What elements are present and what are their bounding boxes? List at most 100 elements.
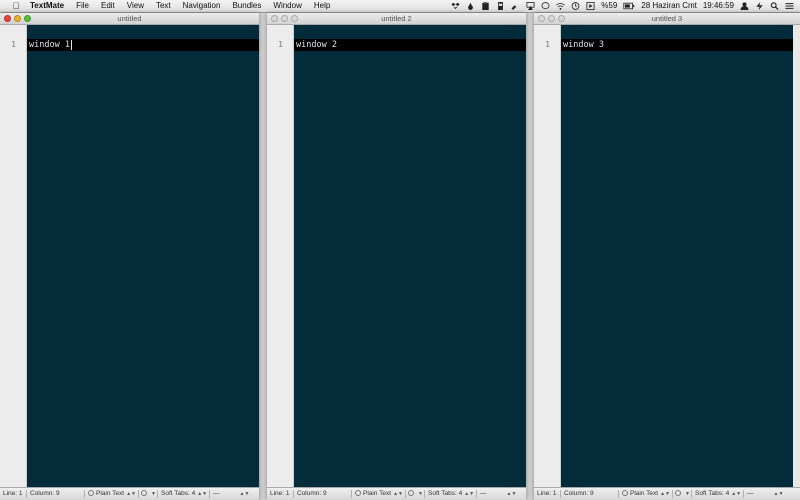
timemachine-icon[interactable] — [571, 2, 580, 10]
grammar-label: Plain Text — [363, 490, 392, 497]
window-titlebar[interactable]: untitled — [0, 13, 259, 25]
wrench-icon[interactable] — [511, 2, 520, 10]
menu-text[interactable]: Text — [150, 0, 177, 12]
line-text: window 3 — [563, 40, 604, 50]
divider — [157, 490, 158, 498]
column-indicator[interactable]: Column: 9 — [30, 488, 60, 500]
grammar-icon — [622, 490, 628, 497]
menu-file[interactable]: File — [70, 0, 95, 12]
search-icon[interactable] — [770, 2, 779, 10]
window-titlebar[interactable]: untitled 3 — [534, 13, 800, 25]
grammar-label: Plain Text — [630, 490, 659, 497]
tab-size-popup[interactable]: Soft Tabs: 4 ▲▼ — [695, 488, 741, 500]
grammar-icon — [355, 490, 361, 497]
menu-window[interactable]: Window — [267, 0, 307, 12]
menu-help[interactable]: Help — [308, 0, 336, 12]
tab-size-popup[interactable]: Soft Tabs: 4 ▲▼ — [428, 488, 474, 500]
line-text: window 2 — [296, 40, 337, 50]
line-text: window 1 — [29, 40, 70, 50]
bundle-popup[interactable]: ▼ — [675, 488, 690, 500]
chevron-down-icon: ▼ — [418, 491, 423, 497]
menu-bundles[interactable]: Bundles — [226, 0, 267, 12]
line-indicator[interactable]: Line: 1 — [270, 488, 290, 500]
status-bar: Line: 1 Column: 9 Plain Text ▲▼ ▼ Soft Ta… — [534, 487, 800, 500]
bundle-popup[interactable]: ▼ — [408, 488, 423, 500]
current-line[interactable]: window 3 — [561, 39, 793, 51]
minimize-button[interactable] — [14, 15, 21, 22]
line-number-gutter: 1 — [0, 25, 27, 487]
chat-icon[interactable] — [541, 2, 550, 10]
window-titlebar[interactable]: untitled 2 — [267, 13, 526, 25]
divider — [26, 490, 27, 498]
text-editor[interactable]: window 2 — [294, 25, 526, 487]
menu-edit[interactable]: Edit — [95, 0, 121, 12]
gear-icon — [408, 490, 414, 497]
current-line[interactable]: window 1 — [27, 39, 259, 51]
grammar-popup[interactable]: Plain Text ▲▼ — [88, 488, 136, 500]
divider — [691, 490, 692, 498]
battery-percentage[interactable]: %59 — [601, 0, 617, 12]
symbol-popup[interactable]: — ▲▼ — [747, 488, 783, 500]
editor-window-1: untitled 1 window 1 Line: 1 Column: 9 Pl… — [0, 13, 259, 500]
bolt-icon[interactable] — [755, 2, 764, 10]
status-menu-area: %59 28 Haziran Cmt 19:46:59 — [451, 0, 794, 12]
divider — [424, 490, 425, 498]
chevron-down-icon: ▼ — [685, 491, 690, 497]
clock-date[interactable]: 28 Haziran Cmt — [641, 0, 697, 12]
clock-time[interactable]: 19:46:59 — [703, 0, 734, 12]
tab-size-popup[interactable]: Soft Tabs: 4 ▲▼ — [161, 488, 207, 500]
divider — [618, 490, 619, 498]
menu-navigation[interactable]: Navigation — [177, 0, 227, 12]
dropbox-icon[interactable] — [451, 2, 460, 10]
grammar-popup[interactable]: Plain Text ▲▼ — [622, 488, 670, 500]
zoom-button[interactable] — [558, 15, 565, 22]
menu-view[interactable]: View — [121, 0, 150, 12]
close-button[interactable] — [538, 15, 545, 22]
menu-textmate[interactable]: TextMate — [23, 0, 70, 12]
grammar-popup[interactable]: Plain Text ▲▼ — [355, 488, 403, 500]
minimize-button[interactable] — [281, 15, 288, 22]
zoom-button[interactable] — [291, 15, 298, 22]
airplay-icon[interactable] — [526, 2, 535, 10]
battery-icon[interactable] — [623, 2, 635, 10]
bundle-popup[interactable]: ▼ — [141, 488, 156, 500]
window-title: untitled 3 — [651, 14, 683, 23]
column-indicator[interactable]: Column: 9 — [297, 488, 327, 500]
editor-window-2: untitled 2 1 window 2 Line: 1 Column: 9 … — [267, 13, 526, 500]
menu-bar:  TextMate File Edit View Text Navigatio… — [0, 0, 800, 13]
text-editor[interactable]: window 1 — [27, 25, 259, 487]
zoom-button[interactable] — [24, 15, 31, 22]
text-editor[interactable]: window 3 — [561, 25, 793, 487]
divider — [672, 490, 673, 498]
divider — [351, 490, 352, 498]
apple-icon[interactable]:  — [9, 0, 23, 12]
wifi-icon[interactable] — [556, 2, 566, 10]
symbol-label: — — [480, 490, 487, 497]
divider — [84, 490, 85, 498]
column-indicator[interactable]: Column: 9 — [564, 488, 594, 500]
clipboard-icon[interactable] — [481, 2, 490, 10]
symbol-popup[interactable]: — ▲▼ — [213, 488, 249, 500]
symbol-popup[interactable]: — ▲▼ — [480, 488, 516, 500]
window-title: untitled — [117, 14, 142, 23]
divider — [138, 490, 139, 498]
popup-arrow-icon: ▲▼ — [506, 491, 517, 497]
droplet-icon[interactable] — [466, 2, 475, 10]
symbol-label: — — [213, 490, 220, 497]
tab-size-value: 4 — [458, 490, 463, 497]
tab-size-label: Soft Tabs: — [695, 490, 724, 497]
current-line[interactable]: window 2 — [294, 39, 526, 51]
list-icon[interactable] — [785, 2, 794, 10]
tab-size-label: Soft Tabs: — [428, 490, 457, 497]
close-button[interactable] — [271, 15, 278, 22]
play-icon[interactable] — [586, 2, 595, 10]
line-indicator[interactable]: Line: 1 — [537, 488, 557, 500]
minimize-button[interactable] — [548, 15, 555, 22]
popup-arrow-icon: ▲▼ — [126, 491, 136, 497]
close-button[interactable] — [4, 15, 11, 22]
line-number: 1 — [11, 40, 16, 49]
popup-arrow-icon: ▲▼ — [239, 491, 250, 497]
line-indicator[interactable]: Line: 1 — [3, 488, 23, 500]
user-icon[interactable] — [740, 2, 749, 10]
battery-monitor-icon[interactable] — [496, 2, 505, 10]
